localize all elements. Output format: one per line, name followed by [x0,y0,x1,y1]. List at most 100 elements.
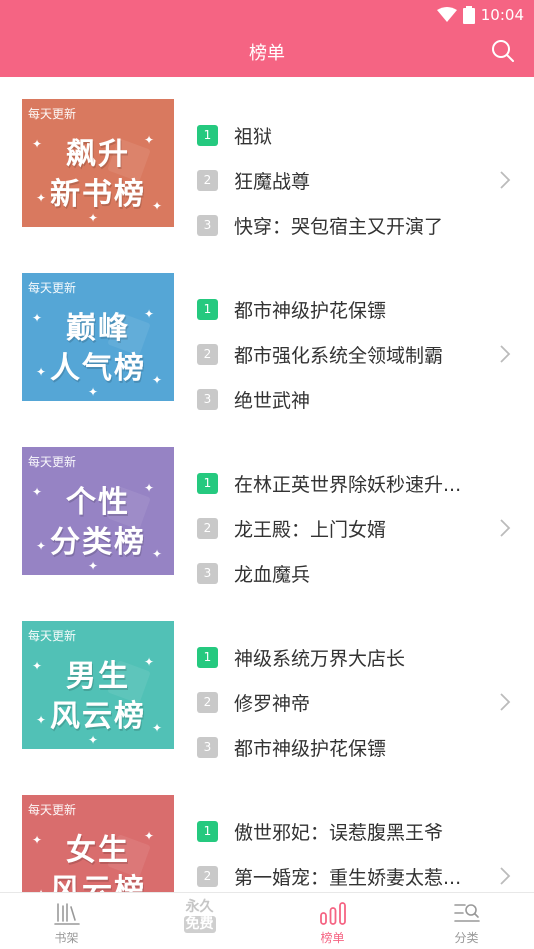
category-search-icon [453,904,480,922]
sparkle-icon: ✦ [32,659,43,673]
rank-number-badge: 2 [197,169,218,191]
rank-section[interactable]: 每天更新 个性 分类榜 ✦ ✦ ✦ ✦ ✦ 1 在林正英世界除妖秒速升... 2 龙王殿：上门女婿 3 龙… [0,425,534,599]
rank-cover[interactable]: 每天更新女生风云榜✦✦✦✦✦ [22,795,174,892]
cover-badge: 每天更新 [28,281,77,295]
chevron-right-icon[interactable] [498,692,512,712]
bookshelf-icon [53,903,80,925]
book-title: 都市神级护花保镖 [234,737,387,760]
sparkle-icon: ✦ [144,829,155,843]
sparkle-icon: ✦ [36,365,47,379]
chart-bars-icon [319,902,346,925]
rank-number-badge: 1 [197,472,218,494]
sparkle-icon: ✦ [36,539,47,553]
book-title: 都市神级护花保镖 [234,299,387,322]
rank-section[interactable]: 每天更新 飙升 新书榜 ✦ ✦ ✦ ✦ ✦ 1 祖狱 2 狂魔战尊 3 快穿：哭包宿主又开演了 [0,77,534,251]
sparkle-icon: ✦ [32,311,43,325]
sparkle-icon: ✦ [88,211,99,225]
rank-entry[interactable]: 1 都市神级护花保镖 [197,297,387,322]
wifi-icon [436,7,457,22]
book-title: 修罗神帝 [234,692,311,715]
rank-section[interactable]: 每天更新 男生 风云榜 ✦ ✦ ✦ ✦ ✦ 1 神级系统万界大店长 2 修罗神帝 3 都市神级护花保镖 [0,599,534,773]
rank-entry[interactable]: 3 绝世武神 [197,387,311,412]
rank-entry[interactable]: 2 龙王殿：上门女婿 [197,516,387,541]
cover-badge: 每天更新 [28,107,77,121]
rank-number-badge: 3 [197,388,218,410]
book-title: 快穿：哭包宿主又开演了 [234,215,444,238]
rank-section[interactable]: 每天更新女生风云榜✦✦✦✦✦1傲世邪妃：误惹腹黑王爷2第一婚宠：重生娇妻太惹..… [0,773,534,892]
book-title: 龙王殿：上门女婿 [234,518,387,541]
book-title: 狂魔战尊 [234,170,311,193]
rank-entry[interactable]: 1 神级系统万界大店长 [197,645,406,670]
rank-cover[interactable]: 每天更新 男生 风云榜 ✦ ✦ ✦ ✦ ✦ [22,621,174,749]
rank-number-badge: 1 [197,646,218,668]
book-title: 龙血魔兵 [234,563,311,586]
book-title: 在林正英世界除妖秒速升... [234,473,462,496]
rank-entry[interactable]: 2 狂魔战尊 [197,168,311,193]
app-header: 10:04 榜单 [0,0,534,77]
rank-entry[interactable]: 2 都市强化系统全领域制霸 [197,342,443,367]
page-title: 榜单 [249,43,285,64]
sparkle-icon: ✦ [32,137,43,151]
tab-category[interactable]: 分类 [400,893,533,949]
rank-section[interactable]: 每天更新 巅峰 人气榜 ✦ ✦ ✦ ✦ ✦ 1 都市神级护花保镖 2 都市强化系统全领域制霸 3 绝世武神 [0,251,534,425]
sparkle-icon: ✦ [144,655,155,669]
rank-number-badge: 3 [197,562,218,584]
cover-badge: 每天更新 [28,629,77,643]
sparkle-icon: ✦ [144,133,155,147]
sparkle-icon: ✦ [32,485,43,499]
rank-entry[interactable]: 1 傲世邪妃：误惹腹黑王爷 [197,819,444,844]
chevron-right-icon[interactable] [498,344,512,364]
chevron-right-icon[interactable] [498,170,512,190]
rank-number-badge: 1 [197,124,218,146]
rank-number-badge: 3 [197,736,218,758]
rank-entry[interactable]: 3 龙血魔兵 [197,561,311,586]
sparkle-icon: ✦ [88,385,99,399]
battery-icon [462,6,475,24]
bottom-tab-bar: 书架 永久 免费 榜单 分类 [0,892,534,949]
sparkle-icon: ✦ [144,481,155,495]
rank-entry[interactable]: 1 祖狱 [197,123,273,148]
rank-number-badge: 1 [197,298,218,320]
sparkle-icon: ✦ [144,307,155,321]
sparkle-icon: ✦ [152,721,163,735]
book-title: 第一婚宠：重生娇妻太惹... [234,866,462,889]
status-bar: 10:04 [436,4,524,26]
chevron-right-icon[interactable] [498,518,512,538]
rank-number-badge: 2 [197,691,218,713]
tab-label: 书架 [54,931,79,945]
sparkle-icon: ✦ [32,833,43,847]
book-title: 神级系统万界大店长 [234,647,406,670]
cover-badge: 每天更新 [28,455,77,469]
tab-bookshelf[interactable]: 书架 [0,893,133,949]
rank-cover[interactable]: 每天更新 飙升 新书榜 ✦ ✦ ✦ ✦ ✦ [22,99,174,227]
rank-entry[interactable]: 2 修罗神帝 [197,690,311,715]
tab-free[interactable]: 永久 免费 [133,893,266,949]
sparkle-icon: ✦ [152,373,163,387]
tab-label: 榜单 [320,931,345,945]
sparkle-icon: ✦ [88,733,99,747]
sparkle-icon: ✦ [152,547,163,561]
rank-number-badge: 2 [197,517,218,539]
sparkle-icon: ✦ [36,713,47,727]
rank-number-badge: 2 [197,343,218,365]
sparkle-icon: ✦ [88,559,99,573]
search-icon[interactable] [490,38,516,64]
status-time: 10:04 [480,6,524,24]
book-title: 祖狱 [234,125,273,148]
rank-entry[interactable]: 3 快穿：哭包宿主又开演了 [197,213,444,238]
rank-number-badge: 1 [197,820,218,842]
chevron-right-icon[interactable] [498,866,512,886]
rank-cover[interactable]: 每天更新 个性 分类榜 ✦ ✦ ✦ ✦ ✦ [22,447,174,575]
book-title: 傲世邪妃：误惹腹黑王爷 [234,821,444,844]
tab-label: 分类 [454,931,479,945]
ranking-list[interactable]: 每天更新 飙升 新书榜 ✦ ✦ ✦ ✦ ✦ 1 祖狱 2 狂魔战尊 3 快穿：哭包宿主又开演了 每天更新 巅峰… [0,77,534,892]
book-title: 绝世武神 [234,389,311,412]
free-logo-line1: 永久 [185,899,214,915]
rank-entry[interactable]: 2 第一婚宠：重生娇妻太惹... [197,864,462,889]
rank-cover[interactable]: 每天更新 巅峰 人气榜 ✦ ✦ ✦ ✦ ✦ [22,273,174,401]
rank-entry[interactable]: 3 都市神级护花保镖 [197,735,387,760]
rank-entry[interactable]: 1 在林正英世界除妖秒速升... [197,471,462,496]
tab-ranking[interactable]: 榜单 [266,893,399,949]
rank-number-badge: 2 [197,865,218,887]
rank-number-badge: 3 [197,214,218,236]
